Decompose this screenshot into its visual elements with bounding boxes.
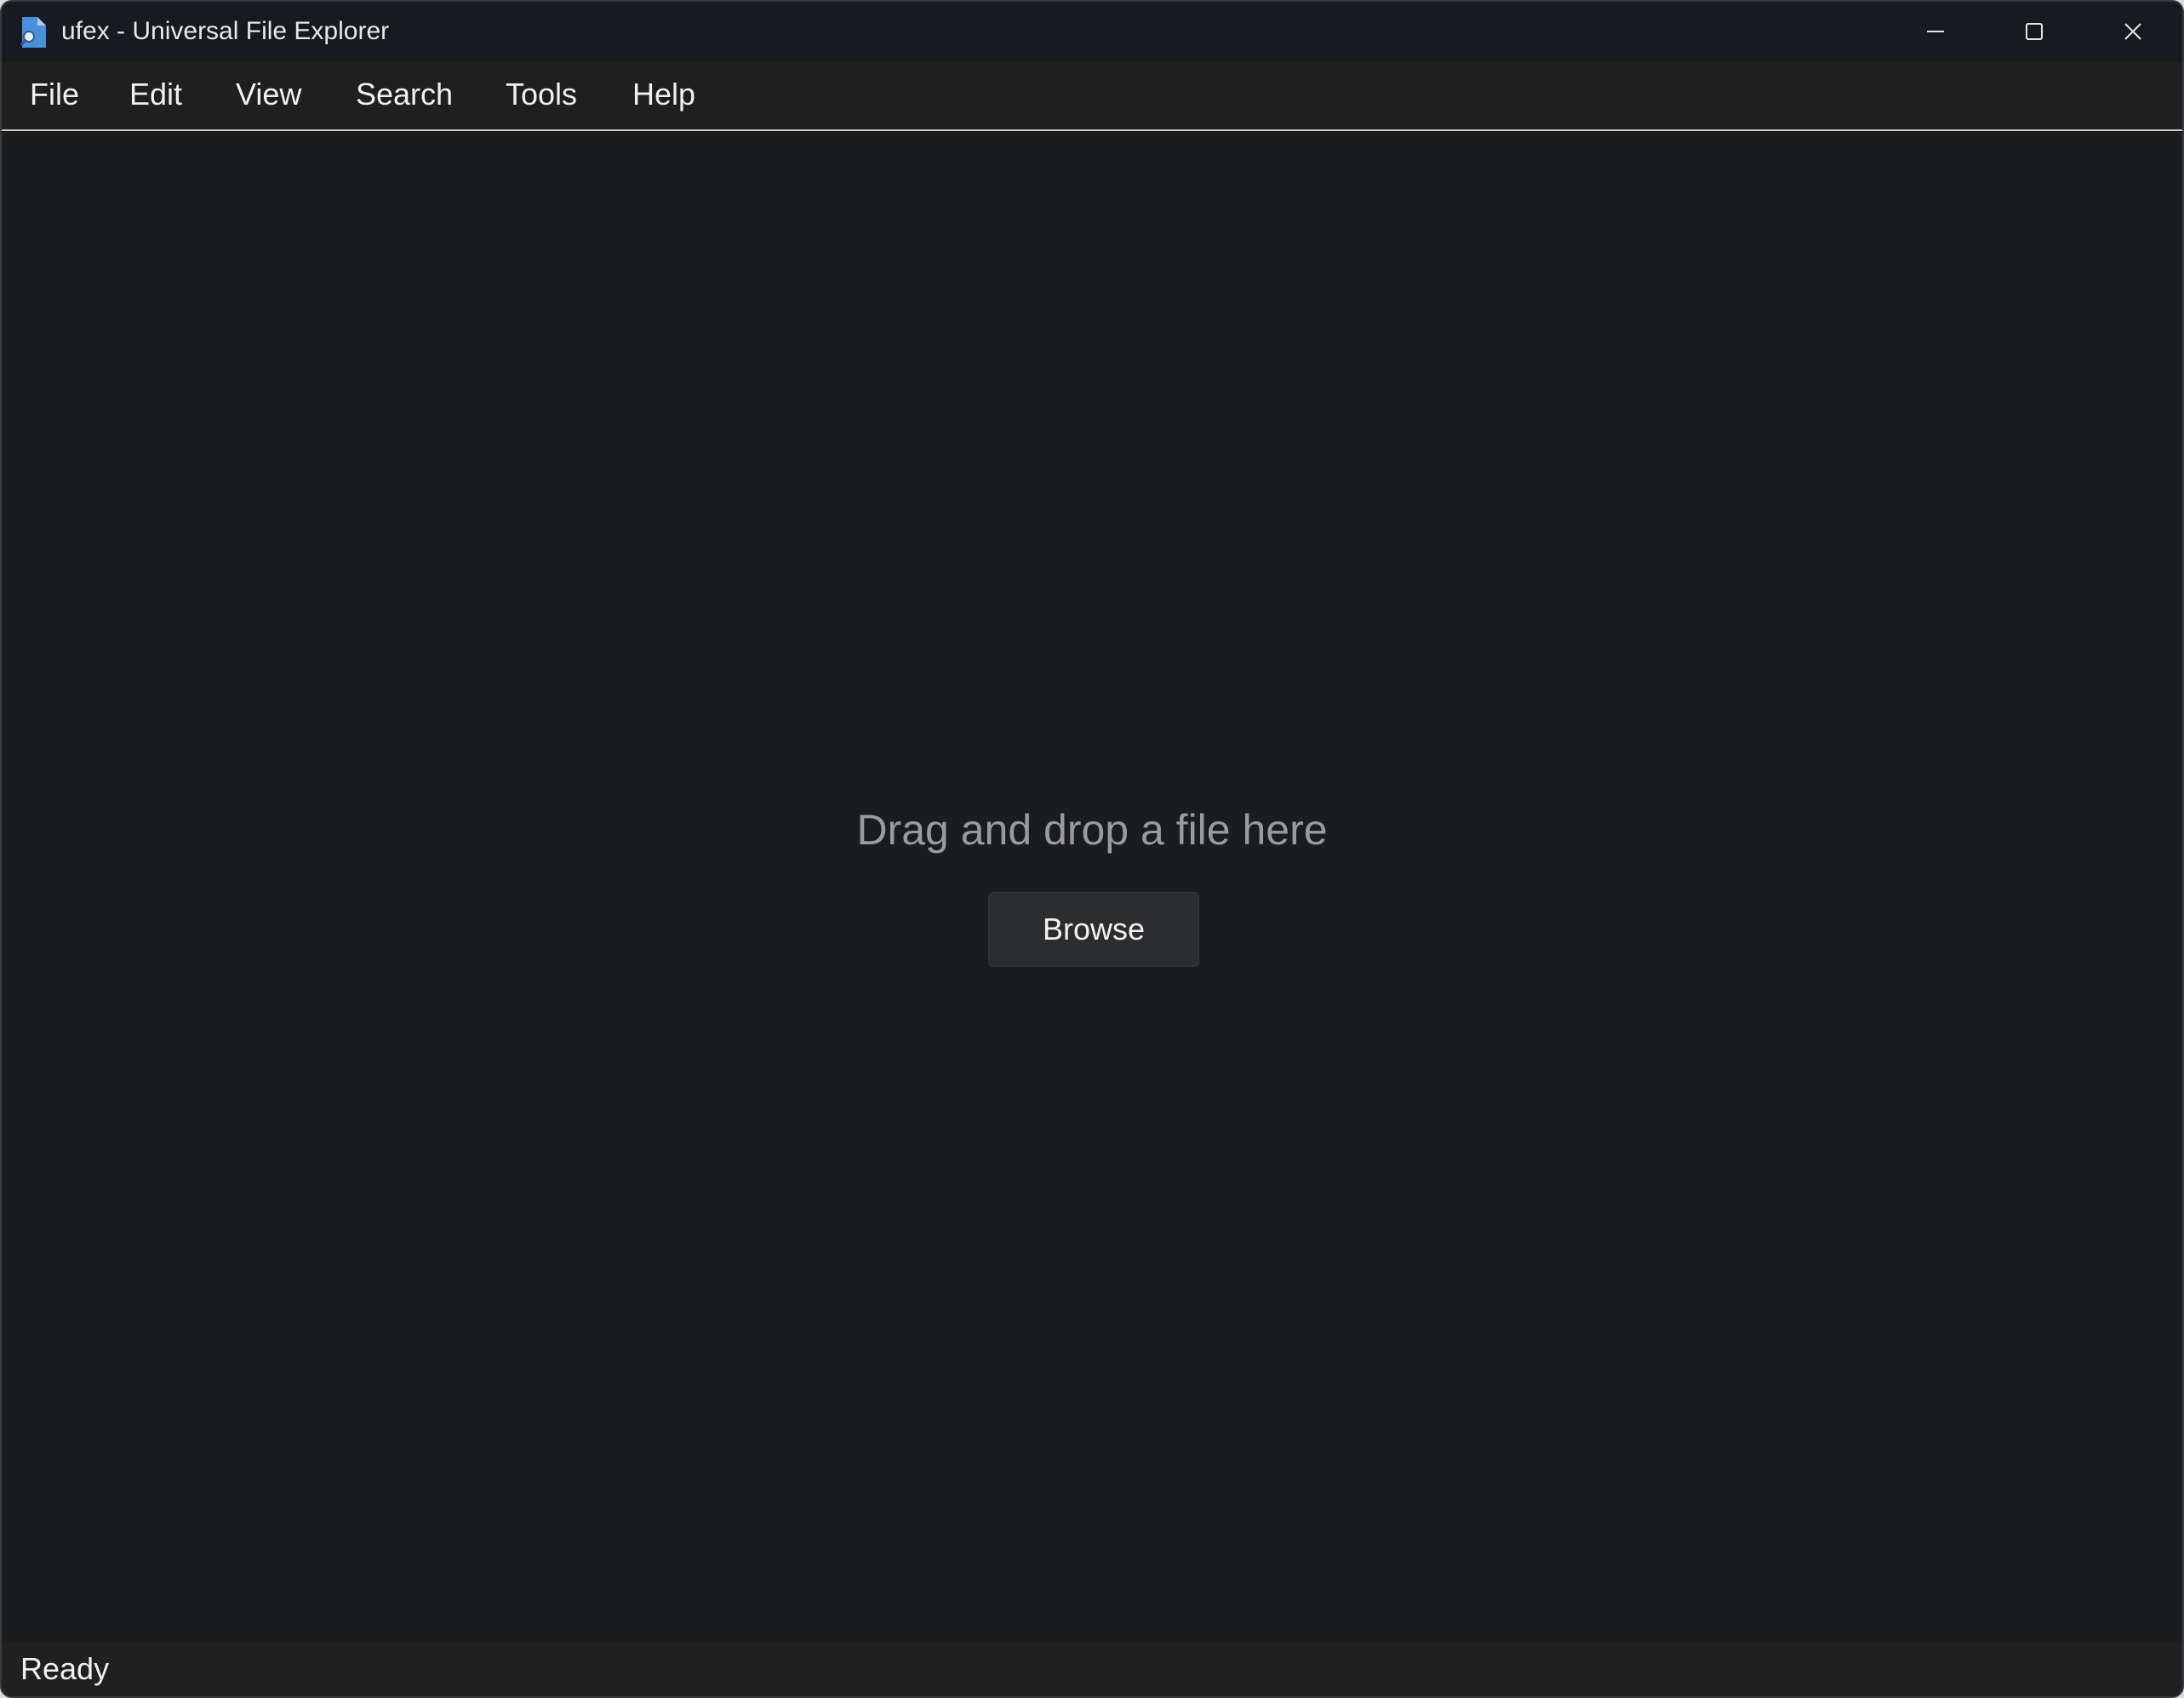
close-icon — [2124, 23, 2141, 40]
menu-tools[interactable]: Tools — [506, 77, 577, 112]
minimize-icon — [1927, 31, 1944, 32]
window-title: ufex - Universal File Explorer — [61, 17, 390, 45]
minimize-button[interactable] — [1886, 2, 1985, 61]
maximize-icon — [2026, 23, 2043, 40]
menu-bar: File Edit View Search Tools Help — [2, 61, 2182, 131]
document-search-icon — [20, 17, 46, 48]
status-text: Ready — [20, 1651, 110, 1686]
menu-edit[interactable]: Edit — [129, 77, 182, 112]
drop-hint: Drag and drop a file here — [856, 806, 1328, 854]
menu-search[interactable]: Search — [356, 77, 453, 112]
title-bar[interactable]: ufex - Universal File Explorer — [2, 2, 2182, 61]
menu-help[interactable]: Help — [632, 77, 695, 112]
status-bar: Ready — [2, 1643, 2182, 1696]
menu-view[interactable]: View — [236, 77, 301, 112]
app-window: ufex - Universal File Explorer File Edit… — [0, 0, 2184, 1698]
browse-button[interactable]: Browse — [988, 892, 1199, 967]
menu-file[interactable]: File — [30, 77, 79, 112]
maximize-button[interactable] — [1985, 2, 2084, 61]
drop-zone[interactable]: Drag and drop a file here Browse — [2, 131, 2182, 1643]
close-button[interactable] — [2084, 2, 2182, 61]
